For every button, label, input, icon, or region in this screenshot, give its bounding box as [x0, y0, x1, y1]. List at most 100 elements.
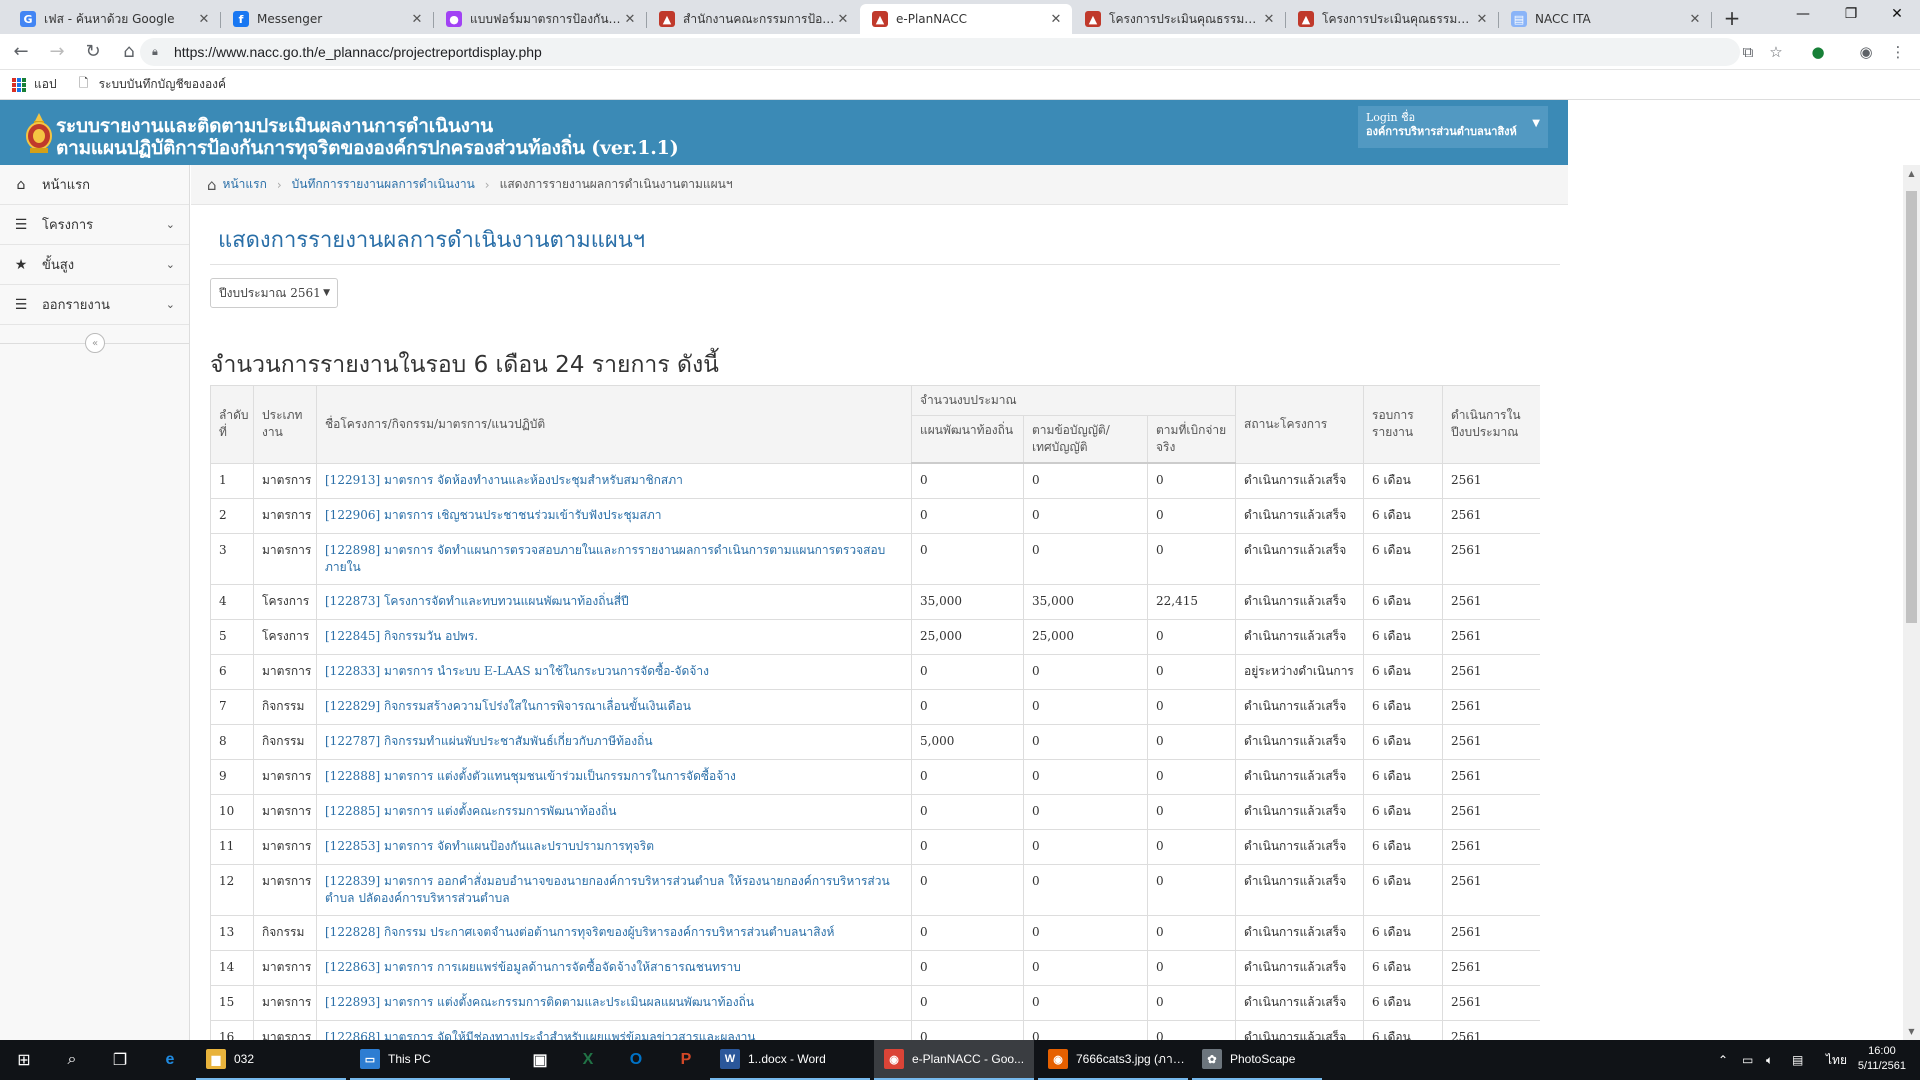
col-name[interactable]: ชื่อโครงการ/กิจกรรม/มาตรการ/แนวปฏิบัติ	[316, 385, 912, 464]
excel-icon[interactable]: X	[564, 1040, 612, 1080]
profile-icon[interactable]: ◉	[1854, 40, 1878, 64]
sidebar-item[interactable]: ★ ขั้นสูง ⌄	[0, 245, 189, 285]
home-icon[interactable]: ⌂	[207, 176, 217, 194]
close-tab-icon[interactable]: ✕	[622, 12, 638, 27]
input-language[interactable]: ไทย	[1826, 1040, 1847, 1080]
project-link[interactable]: [122833] มาตรการ นำระบบ E-LAAS มาใช้ในกร…	[325, 664, 709, 678]
project-link[interactable]: [122906] มาตรการ เชิญชวนประชาชนร่วมเข้าร…	[325, 508, 662, 522]
project-link[interactable]: [122893] มาตรการ แต่งตั้งคณะกรรมการติดตา…	[325, 995, 754, 1009]
col-actual[interactable]: ตามที่เบิกจ่ายจริง	[1146, 415, 1237, 464]
task-view-icon[interactable]: ❐	[96, 1040, 144, 1080]
menu-icon[interactable]: ⋮	[1886, 40, 1910, 64]
new-tab-button[interactable]: +	[1718, 4, 1746, 32]
show-hidden-icons[interactable]: ⌃	[1718, 1040, 1728, 1080]
browser-tab[interactable]: G เฟส - ค้นหาด้วย Google ✕	[8, 4, 221, 34]
blocked-popup-icon[interactable]: ⧉	[1736, 40, 1760, 64]
back-icon[interactable]: ←	[6, 37, 36, 67]
browser-tab[interactable]: f Messenger ✕	[221, 4, 434, 34]
forward-icon[interactable]: →	[42, 37, 72, 67]
clock-date: 5/11/2561	[1857, 1060, 1906, 1072]
taskbar-app[interactable]: ◉ 7666cats3.jpg (ภาพ ...	[1038, 1040, 1188, 1080]
project-link[interactable]: [122829] กิจกรรมสร้างความโปร่งใสในการพิจ…	[325, 699, 691, 713]
cell-no: 9	[210, 758, 254, 794]
close-tab-icon[interactable]: ✕	[1687, 12, 1703, 27]
sidebar-item[interactable]: ☰ โครงการ ⌄	[0, 205, 189, 245]
close-tab-icon[interactable]: ✕	[1261, 12, 1277, 27]
project-link[interactable]: [122885] มาตรการ แต่งตั้งคณะกรรมการพัฒนา…	[325, 804, 616, 818]
project-link[interactable]: [122888] มาตรการ แต่งตั้งตัวแทนชุมชนเข้า…	[325, 769, 736, 783]
minimize-icon[interactable]: —	[1780, 0, 1826, 28]
project-link[interactable]: [122853] มาตรการ จัดทำแผนป้องกันและปราบป…	[325, 839, 654, 853]
col-status[interactable]: สถานะโครงการ	[1235, 385, 1365, 464]
project-link[interactable]: [122863] มาตรการ การเผยแพร่ข้อมูลด้านการ…	[325, 960, 741, 974]
fiscal-year-select[interactable]: ปีงบประมาณ 2561 ▼	[210, 278, 338, 308]
scrollbar-thumb[interactable]	[1906, 191, 1917, 623]
col-year[interactable]: ดำเนินการในปีงบประมาณ	[1442, 385, 1540, 464]
sidebar-item[interactable]: ⌂ หน้าแรก	[0, 165, 189, 205]
project-link[interactable]: [122913] มาตรการ จัดห้องทำงานและห้องประช…	[325, 473, 683, 487]
browser-tab[interactable]: ● แบบฟอร์มมาตรการป้องกันการทุจริต✕	[434, 4, 647, 34]
volume-icon[interactable]: 🔈︎	[1766, 1040, 1773, 1080]
close-tab-icon[interactable]: ✕	[1474, 12, 1490, 27]
login-username: องค์การบริหารส่วนตำบลนาสิงห์	[1366, 125, 1517, 138]
user-menu[interactable]: Login ชื่อ องค์การบริหารส่วนตำบลนาสิงห์ …	[1358, 106, 1548, 148]
address-bar[interactable]: 🔒︎ https://www.nacc.go.th/e_plannacc/pro…	[140, 38, 1740, 66]
project-link[interactable]: [122868] มาตรการ จัดให้มีช่องทางประจำสำห…	[325, 1030, 756, 1041]
scroll-down-icon[interactable]: ▼	[1903, 1023, 1920, 1040]
outlook-icon[interactable]: O	[612, 1040, 660, 1080]
close-tab-icon[interactable]: ✕	[196, 12, 212, 27]
project-link[interactable]: [122787] กิจกรรมทำแผ่นพับประชาสัมพันธ์เก…	[325, 734, 653, 748]
taskbar-app[interactable]: ▆ 032	[196, 1040, 346, 1080]
start-icon[interactable]: ⊞	[0, 1040, 48, 1080]
page-scrollbar[interactable]: ▲ ▼	[1903, 165, 1920, 1040]
cell-type: โครงการ	[253, 618, 317, 654]
sidebar-item[interactable]: ☰ ออกรายงาน ⌄	[0, 285, 189, 325]
taskbar-app[interactable]: ◉ e-PlanNACC - Goo...	[874, 1040, 1034, 1080]
col-round[interactable]: รอบการรายงาน	[1363, 385, 1444, 464]
breadcrumb-report-log[interactable]: บันทึกการรายงานผลการดำเนินงาน	[292, 175, 475, 194]
browser-tab[interactable]: ▤ NACC ITA ✕	[1499, 4, 1712, 34]
browser-tab[interactable]: ▲ โครงการประเมินคุณธรรมและความโปร่งใส✕	[1286, 4, 1499, 34]
reload-icon[interactable]: ↻	[78, 37, 108, 67]
project-link[interactable]: [122839] มาตรการ ออกคำสั่งมอบอำนาจของนาย…	[325, 874, 890, 905]
close-tab-icon[interactable]: ✕	[1048, 12, 1064, 27]
system-clock[interactable]: 16:00 5/11/2561	[1858, 1044, 1906, 1074]
close-window-icon[interactable]: ✕	[1874, 0, 1920, 28]
close-tab-icon[interactable]: ✕	[835, 12, 851, 27]
taskbar-app[interactable]: ▭ This PC	[350, 1040, 510, 1080]
list-icon: ☰	[14, 216, 28, 233]
network-icon[interactable]: ▭	[1742, 1040, 1753, 1080]
bookmark-star-icon[interactable]: ☆	[1764, 40, 1788, 64]
taskbar-app[interactable]: ✿ PhotoScape	[1192, 1040, 1322, 1080]
project-link[interactable]: [122873] โครงการจัดทำและทบทวนแผนพัฒนาท้อ…	[325, 594, 629, 608]
cell-ordinance: 25,000	[1023, 618, 1148, 654]
close-tab-icon[interactable]: ✕	[409, 12, 425, 27]
collapse-sidebar-icon[interactable]: «	[85, 333, 105, 353]
breadcrumb-home[interactable]: หน้าแรก	[223, 175, 267, 194]
col-plan[interactable]: แผนพัฒนาท้องถิ่น	[911, 415, 1024, 464]
store-icon[interactable]: ▣	[516, 1040, 564, 1080]
browser-tab[interactable]: ▲ e-PlanNACC ✕	[860, 4, 1072, 34]
scroll-up-icon[interactable]: ▲	[1903, 165, 1920, 182]
maximize-icon[interactable]: ❐	[1828, 0, 1874, 28]
cell-ordinance: 0	[1023, 723, 1148, 759]
bookmark-item[interactable]: 🗋︎ ระบบบันทึกบัญชีขององค์	[77, 75, 226, 94]
edge-icon[interactable]: e	[146, 1040, 194, 1080]
col-ordinance[interactable]: ตามข้อบัญญัติ/เทศบัญญัติ	[1023, 415, 1148, 464]
browser-tab[interactable]: ▲ สำนักงานคณะกรรมการป้องกันและปราบปราม✕	[647, 4, 859, 34]
search-icon[interactable]: ⌕	[48, 1040, 96, 1080]
notification-icon[interactable]: ▤	[1792, 1040, 1803, 1080]
cell-no: 8	[210, 723, 254, 759]
bookmark-apps[interactable]: แอป	[12, 75, 57, 94]
report-table-container[interactable]: ลำดับที่ ประเภทงาน ชื่อโครงการ/กิจกรรม/ม…	[210, 385, 1540, 1040]
project-link[interactable]: [122845] กิจกรรมวัน อปพร.	[325, 629, 478, 643]
project-link[interactable]: [122828] กิจกรรม ประกาศเจตจำนงต่อต้านการ…	[325, 925, 834, 939]
cell-actual: 0	[1146, 618, 1237, 654]
browser-tab[interactable]: ▲ โครงการประเมินคุณธรรมและความโปร่งใส✕	[1073, 4, 1286, 34]
col-no[interactable]: ลำดับที่	[210, 385, 254, 464]
extension-icon[interactable]: ●	[1806, 40, 1830, 64]
col-type[interactable]: ประเภทงาน	[253, 385, 317, 464]
project-link[interactable]: [122898] มาตรการ จัดทำแผนการตรวจสอบภายใน…	[325, 543, 885, 574]
powerpoint-icon[interactable]: P	[662, 1040, 710, 1080]
taskbar-app[interactable]: W 1..docx - Word	[710, 1040, 870, 1080]
